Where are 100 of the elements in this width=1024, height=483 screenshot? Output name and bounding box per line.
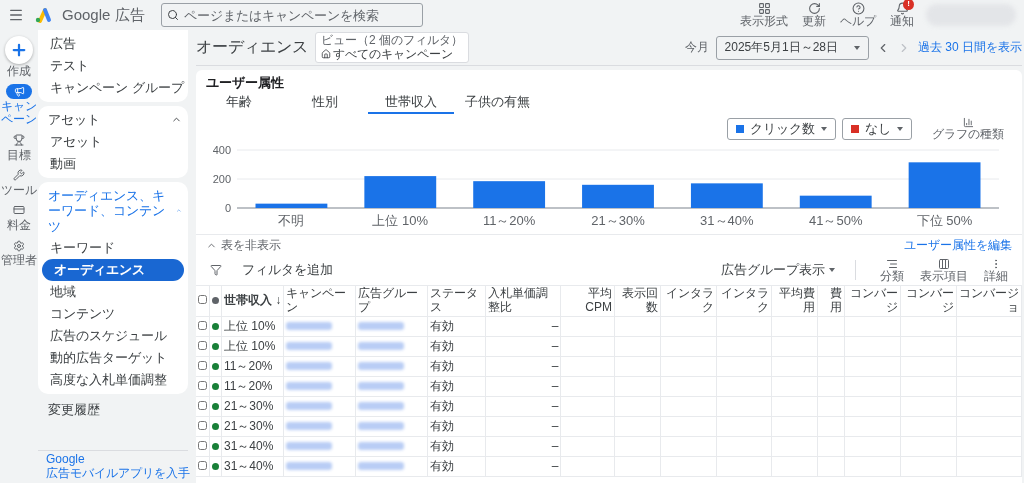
- status-dot: [212, 463, 219, 471]
- show-last-30-days-link[interactable]: 過去 30 日間を表示: [918, 39, 1022, 56]
- x-axis-label: 41～50%: [808, 213, 863, 229]
- nav-item[interactable]: キャンペーン グループ: [38, 77, 188, 99]
- redacted-text: [358, 382, 405, 391]
- column-header[interactable]: 費用: [817, 285, 845, 317]
- megaphone-icon: [6, 84, 32, 100]
- nav-item[interactable]: アセット: [38, 130, 188, 153]
- nav-item[interactable]: 動的広告ターゲット: [38, 347, 188, 370]
- card-title: ユーザー属性: [205, 74, 285, 92]
- tab[interactable]: 性別: [282, 92, 368, 114]
- table-cell: 有効: [427, 356, 486, 377]
- nav-item[interactable]: 広告のスケジュール: [38, 325, 188, 348]
- status-dot: [212, 383, 219, 391]
- row-checkbox[interactable]: [198, 461, 207, 471]
- redacted-text: [358, 362, 405, 371]
- add-filter-button[interactable]: フィルタを追加: [242, 261, 333, 280]
- nav-item[interactable]: 高度な入札単価調整: [38, 369, 188, 392]
- column-header[interactable]: 表示回数: [614, 285, 661, 317]
- notification-badge: !: [903, 0, 914, 10]
- row-checkbox[interactable]: [198, 421, 207, 431]
- nav-group-header[interactable]: アセット: [38, 109, 188, 131]
- toolbar-button[interactable]: 分類: [876, 257, 908, 283]
- toolbar-button[interactable]: 表示項目: [916, 257, 972, 283]
- table-cell: 上位 10%: [221, 336, 284, 357]
- status-dot: [212, 363, 219, 371]
- rail-button[interactable]: ツール: [0, 167, 38, 197]
- column-header[interactable]: ステータス: [427, 285, 486, 317]
- metric-dropdown[interactable]: なし: [842, 118, 912, 141]
- tab[interactable]: 世帯収入: [368, 92, 454, 114]
- column-header[interactable]: コンバージョ: [956, 285, 1022, 317]
- chart-type-button[interactable]: グラフの種類: [926, 116, 1010, 143]
- row-checkbox[interactable]: [198, 441, 207, 451]
- toolbar-button[interactable]: ヘルプ: [838, 1, 878, 29]
- table-cell: 有効: [427, 416, 486, 437]
- x-axis-label: 下位 50%: [916, 213, 973, 229]
- row-checkbox[interactable]: [198, 321, 207, 331]
- caret-icon: [821, 127, 827, 132]
- view-filter-button[interactable]: ビュー（2 個のフィルタ） すべてのキャンペーン: [315, 31, 469, 64]
- triangle-logo-icon: [34, 7, 52, 23]
- nav-item[interactable]: キーワード: [38, 237, 188, 260]
- nav-group-header[interactable]: オーディエンス、キーワード、コンテンツ: [38, 184, 188, 238]
- table-cell: –: [485, 456, 561, 477]
- filter-icon[interactable]: [210, 264, 222, 277]
- column-header[interactable]: コンバージ: [844, 285, 901, 317]
- redacted-text: [286, 322, 333, 331]
- column-header[interactable]: キャンペーン: [283, 285, 356, 317]
- nav-item[interactable]: 広告: [38, 33, 188, 55]
- select-all-checkbox[interactable]: [198, 295, 207, 305]
- row-checkbox[interactable]: [198, 361, 207, 371]
- bell-icon: [895, 1, 909, 15]
- row-checkbox[interactable]: [198, 381, 207, 391]
- column-header[interactable]: 広告グループ: [355, 285, 428, 317]
- tab[interactable]: 年齢: [196, 92, 282, 114]
- column-header[interactable]: 平均費用: [771, 285, 818, 317]
- search-field[interactable]: ページまたはキャンペーンを検索: [160, 3, 423, 27]
- column-header[interactable]: コンバージ: [900, 285, 957, 317]
- home-icon: [321, 49, 331, 60]
- table-cell: 有効: [427, 376, 486, 397]
- rail-button[interactable]: 目標: [0, 132, 38, 162]
- tab[interactable]: 子供の有無: [454, 92, 540, 114]
- view-mode-dropdown[interactable]: 広告グループ表示: [721, 261, 835, 280]
- nav-item[interactable]: 動画: [38, 152, 188, 175]
- column-header[interactable]: 平均 CPM: [560, 285, 615, 317]
- caret-icon: [897, 127, 903, 132]
- status-dot: [212, 423, 219, 431]
- edit-demographics-link[interactable]: ユーザー属性を編集: [904, 236, 1012, 254]
- nav-item[interactable]: 変更履歴: [38, 398, 188, 423]
- row-checkbox[interactable]: [198, 401, 207, 411]
- nav-item[interactable]: コンテンツ: [38, 303, 188, 326]
- rail-button[interactable]: キャンペーン: [0, 84, 38, 127]
- row-checkbox[interactable]: [198, 341, 207, 351]
- table-cell: 有効: [427, 456, 486, 477]
- table-cell: –: [485, 316, 561, 337]
- search-icon: [166, 9, 179, 21]
- nav-item[interactable]: オーディエンス: [42, 259, 184, 282]
- toolbar-button[interactable]: 更新: [800, 1, 828, 29]
- rail-button[interactable]: 料金: [0, 202, 38, 233]
- column-header[interactable]: 世帯収入 ↓: [221, 285, 284, 317]
- date-range-dropdown[interactable]: 2025年5月1日～28日: [715, 35, 869, 60]
- column-header[interactable]: 入札単価調整比: [485, 285, 561, 317]
- nav-item[interactable]: 地域: [38, 281, 188, 304]
- promo-link[interactable]: 広告モバイルアプリを入手: [46, 467, 190, 481]
- x-axis-label: 上位 10%: [372, 213, 429, 229]
- nav-item[interactable]: テスト: [38, 55, 188, 77]
- metric-dropdown[interactable]: クリック数: [727, 118, 836, 141]
- toolbar-button[interactable]: 詳細: [980, 257, 1012, 283]
- column-header[interactable]: インタラク: [660, 285, 717, 317]
- rail-button[interactable]: 作成: [0, 36, 38, 79]
- menu-icon[interactable]: [8, 7, 24, 23]
- promo-title[interactable]: Google: [46, 453, 190, 468]
- bar-chart-icon: [962, 117, 974, 128]
- toolbar-button[interactable]: 通知 !: [888, 1, 916, 29]
- table-cell: –: [485, 336, 561, 357]
- hide-table-button[interactable]: 表を非表示: [206, 236, 281, 254]
- rail-button[interactable]: 管理者: [0, 238, 38, 268]
- redacted-text: [286, 422, 333, 431]
- toolbar-button[interactable]: 表示形式: [738, 1, 790, 29]
- column-header[interactable]: インタラク: [716, 285, 772, 317]
- table-cell: 31～40%: [221, 456, 284, 477]
